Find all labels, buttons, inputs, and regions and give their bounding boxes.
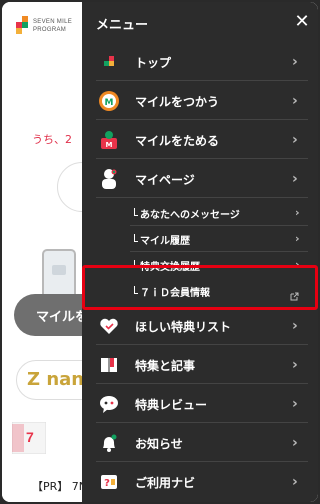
menu-item-mypage[interactable]: マイページ › (82, 159, 318, 198)
chevron-right-icon: › (292, 474, 298, 490)
logo-mark-icon (14, 16, 30, 38)
menu-item-wishlist[interactable]: ほしい特典リスト › (82, 306, 318, 345)
submenu-marker-icon (134, 208, 138, 216)
menu-item-label: マイルをためる (135, 134, 220, 148)
submenu-item-label: マイル履歴 (140, 236, 190, 247)
chevron-right-icon: › (292, 318, 298, 334)
seven-mile-logo[interactable]: SEVEN MILE PROGRAM (14, 14, 84, 42)
menu-title: メニュー (96, 18, 149, 33)
chevron-right-icon: › (292, 132, 298, 148)
menu-item-top[interactable]: トップ › (82, 42, 318, 81)
chevron-right-icon: › (292, 396, 298, 412)
chevron-right-icon: › (292, 357, 298, 373)
submenu-item-label: あなたへのメッセージ (140, 210, 240, 221)
svg-text:M: M (105, 98, 114, 108)
seven-now-card-icon: 7 (11, 421, 47, 455)
menu-header: メニュー ✕ (82, 2, 318, 42)
svg-text:?: ? (104, 478, 110, 489)
menu-item-features[interactable]: 特集と記事 › (82, 345, 318, 384)
top-icon (98, 51, 120, 73)
bell-icon (98, 432, 120, 454)
app-frame: SEVEN MILE PROGRAM うち、2 マイルを Z nan 7 【PR… (2, 2, 318, 502)
highlight-box (82, 265, 318, 310)
svg-text:7: 7 (26, 429, 34, 445)
side-menu: メニュー ✕ トップ › M マイルをつかう › M マイルをためる › マイペ… (82, 2, 318, 502)
chevron-right-icon: › (292, 54, 298, 70)
mypage-icon (98, 168, 120, 190)
menu-item-label: マイルをつかう (135, 95, 220, 109)
menu-item-label: トップ (135, 56, 172, 70)
submenu-marker-icon (134, 234, 138, 242)
chevron-right-icon: › (292, 435, 298, 451)
menu-item-guide[interactable]: ? ご利用ナビ › (82, 462, 318, 501)
menu-item-label: ご利用ナビ (135, 476, 196, 490)
submenu-item-messages[interactable]: あなたへのメッセージ › (82, 200, 318, 226)
chevron-right-icon: › (292, 171, 298, 187)
menu-item-label: 特典レビュー (135, 398, 208, 412)
background-red-text: うち、2 (32, 133, 72, 146)
banner-logo: Z nan (27, 369, 85, 390)
menu-item-save-mile[interactable]: M マイルをためる › (82, 120, 318, 159)
menu-item-label: 特集と記事 (135, 359, 196, 373)
submenu-item-mile-history[interactable]: マイル履歴 › (82, 226, 318, 252)
logo-text: SEVEN MILE PROGRAM (33, 19, 73, 33)
menu-item-label: お知らせ (135, 437, 183, 451)
menu-item-label: マイページ (135, 173, 195, 187)
use-mile-icon: M (98, 90, 120, 112)
heart-list-icon (98, 315, 120, 337)
svg-text:M: M (106, 141, 113, 149)
menu-item-use-mile[interactable]: M マイルをつかう › (82, 81, 318, 120)
review-icon (98, 393, 120, 415)
chevron-right-icon: › (292, 93, 298, 109)
menu-item-reviews[interactable]: 特典レビュー › (82, 384, 318, 423)
chevron-right-icon: › (295, 206, 300, 219)
menu-item-news[interactable]: お知らせ › (82, 423, 318, 462)
close-icon[interactable]: ✕ (290, 10, 314, 34)
help-icon: ? (98, 471, 120, 493)
save-mile-icon: M (98, 129, 120, 151)
chevron-right-icon: › (295, 232, 300, 245)
menu-item-label: ほしい特典リスト (135, 320, 232, 334)
book-icon (98, 354, 120, 376)
